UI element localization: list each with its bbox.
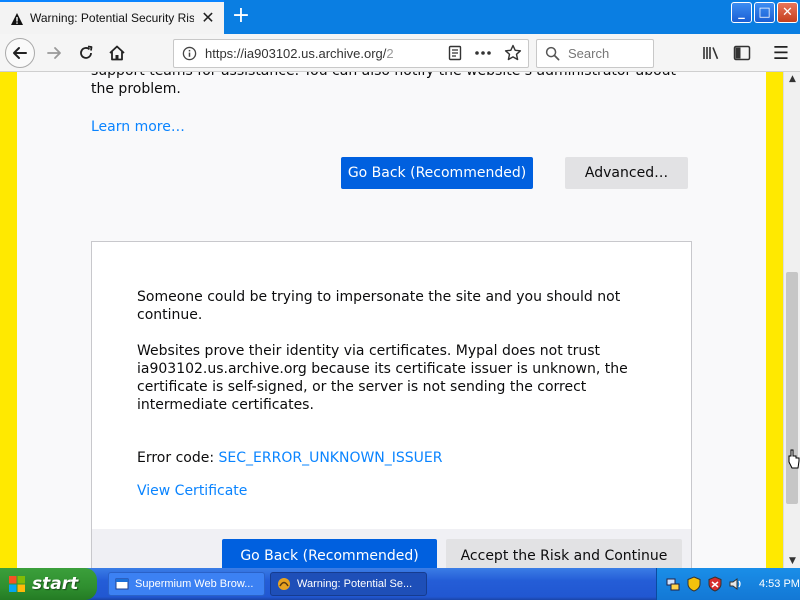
home-button[interactable] (103, 39, 131, 67)
url-value: https://ia903102.us.archive.org/ (205, 46, 387, 61)
window-controls: _ □ ✕ (731, 2, 798, 23)
network-icon[interactable] (665, 576, 681, 592)
antivirus-icon[interactable] (707, 576, 723, 592)
security-shield-icon[interactable] (686, 576, 702, 592)
bookmark-star-icon[interactable] (504, 44, 522, 62)
start-label: start (32, 574, 79, 594)
url-text[interactable]: https://ia903102.us.archive.org/2 (205, 46, 415, 61)
error-code-label: Error code: (137, 450, 215, 466)
taskbar-item-label: Supermium Web Brow... (135, 578, 254, 590)
mypal-browser-icon (278, 578, 290, 590)
reload-button[interactable] (72, 39, 100, 67)
scroll-up-arrow-icon[interactable]: ▲ (787, 74, 798, 84)
accept-risk-button[interactable]: Accept the Risk and Continue (446, 539, 682, 568)
forward-button[interactable] (40, 39, 68, 67)
maximize-button[interactable]: □ (754, 2, 775, 23)
close-window-button[interactable]: ✕ (777, 2, 798, 23)
sidebar-icon (733, 45, 751, 61)
navigation-toolbar: https://ia903102.us.archive.org/2 Search… (0, 34, 800, 72)
back-arrow-icon (13, 47, 27, 59)
page-actions-icon[interactable] (474, 45, 492, 61)
start-button[interactable]: start (0, 568, 97, 600)
clock[interactable]: 4:53 PM (759, 578, 800, 590)
library-icon (703, 47, 719, 60)
advanced-panel: Someone could be trying to impersonate t… (91, 241, 692, 568)
url-bar-actions (448, 44, 522, 62)
browser-window-icon (115, 578, 129, 590)
taskbar-item-warning[interactable]: Warning: Potential Se... (270, 572, 427, 596)
taskbar: start Supermium Web Brow... Warning: Pot… (0, 568, 800, 600)
search-icon (545, 46, 560, 61)
impersonation-warning-text: Someone could be trying to impersonate t… (137, 289, 621, 323)
tab-security-warning[interactable]: Warning: Potential Security Risk Ahead ✕ (0, 0, 224, 34)
go-back-button-secondary[interactable]: Go Back (Recommended) (222, 539, 437, 568)
certificate-explanation-text: Websites prove their identity via certif… (137, 343, 628, 413)
advanced-button[interactable]: Advanced… (565, 157, 688, 189)
system-tray: 4:53 PM (656, 568, 800, 600)
warning-border-left (0, 72, 17, 568)
advanced-panel-actions: Go Back (Recommended) Accept the Risk an… (92, 529, 691, 568)
search-bar[interactable]: Search (536, 39, 654, 68)
warning-icon (10, 11, 24, 25)
minimize-button[interactable]: _ (731, 2, 752, 23)
tab-title: Warning: Potential Security Risk Ahead (30, 11, 194, 25)
menu-button[interactable]: ☰ (767, 39, 795, 67)
library-button[interactable] (697, 39, 725, 67)
mouse-cursor-icon (788, 449, 800, 469)
windows-logo-icon (9, 576, 25, 592)
url-bar[interactable]: https://ia903102.us.archive.org/2 (173, 39, 529, 68)
tab-strip: Warning: Potential Security Risk Ahead ✕… (0, 0, 800, 34)
learn-more-link[interactable]: Learn more… (91, 119, 185, 135)
error-code-link[interactable]: SEC_ERROR_UNKNOWN_ISSUER (219, 450, 443, 466)
taskbar-item-supermium[interactable]: Supermium Web Brow... (108, 572, 265, 596)
url-tail: 2 (386, 46, 394, 61)
forward-arrow-icon (47, 47, 61, 59)
scroll-down-arrow-icon[interactable]: ▼ (787, 556, 798, 566)
new-tab-button[interactable]: + (229, 5, 253, 29)
view-certificate-link[interactable]: View Certificate (137, 483, 247, 499)
info-icon[interactable] (182, 46, 197, 61)
taskbar-item-label: Warning: Potential Se... (297, 578, 413, 590)
reader-view-icon[interactable] (448, 45, 462, 61)
error-page: support teams for assistance. You can al… (17, 72, 766, 568)
search-placeholder: Search (568, 46, 610, 61)
vertical-scrollbar[interactable]: ▲ ▼ (783, 72, 800, 568)
back-button[interactable] (5, 38, 35, 68)
close-tab-icon[interactable]: ✕ (200, 10, 216, 26)
sidebar-toggle-button[interactable] (728, 39, 756, 67)
volume-icon[interactable] (728, 576, 744, 592)
warning-border-right (766, 72, 783, 568)
error-intro-text: support teams for assistance. You can al… (91, 72, 676, 97)
home-icon (109, 45, 125, 61)
error-code-line: Error code: SEC_ERROR_UNKNOWN_ISSUER (137, 450, 443, 466)
go-back-button[interactable]: Go Back (Recommended) (341, 157, 533, 189)
reload-icon (80, 45, 93, 59)
